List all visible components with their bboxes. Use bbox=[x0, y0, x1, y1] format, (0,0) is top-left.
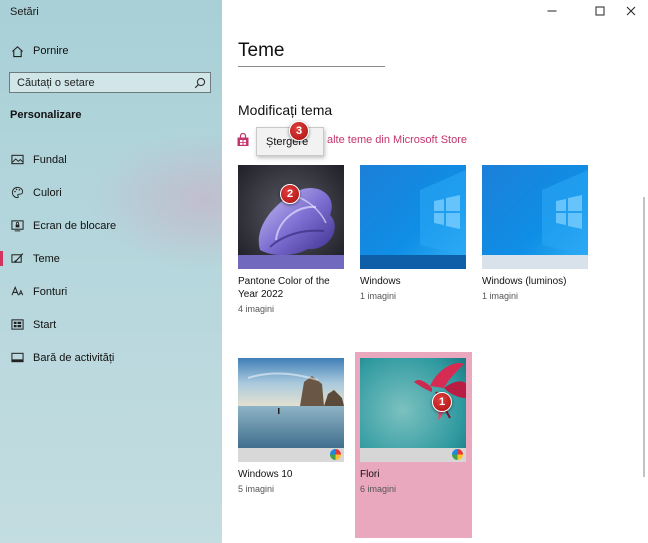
theme-name: Pantone Color of the Year 2022 bbox=[238, 276, 330, 300]
annotation-marker: 3 bbox=[289, 121, 309, 141]
minimize-button[interactable] bbox=[536, 0, 568, 24]
sidebar-item-label: Ecran de blocare bbox=[33, 219, 117, 232]
minimize-icon bbox=[547, 5, 557, 19]
theme-card-windows-10[interactable]: Windows 10 5 imagini bbox=[238, 358, 344, 494]
font-icon bbox=[10, 285, 24, 299]
lock-screen-icon bbox=[10, 219, 24, 233]
scrollbar[interactable] bbox=[643, 197, 645, 477]
theme-image-count: 5 imagini bbox=[238, 484, 275, 494]
theme-image-count: 1 imagini bbox=[482, 291, 519, 301]
theme-thumbnail bbox=[360, 358, 466, 462]
palette-icon bbox=[10, 186, 24, 200]
sidebar-item-label: Start bbox=[33, 318, 57, 331]
sidebar-item-start[interactable]: Start bbox=[0, 308, 222, 341]
theme-card-windows[interactable]: Windows 1 imagini bbox=[360, 165, 466, 301]
theme-thumbnail bbox=[238, 358, 344, 462]
theme-card-flori[interactable]: Flori 6 imagini bbox=[360, 358, 466, 494]
theme-card-windows-luminos[interactable]: Windows (luminos) 1 imagini bbox=[482, 165, 588, 301]
sidebar-item-fonturi[interactable]: Fonturi bbox=[0, 275, 222, 308]
maximize-button[interactable] bbox=[584, 0, 616, 24]
search-box[interactable] bbox=[9, 72, 211, 93]
color-palette-icon bbox=[452, 449, 463, 460]
sidebar-item-label: Culori bbox=[33, 186, 62, 199]
sidebar-item-label: Bară de activități bbox=[33, 351, 115, 364]
theme-name: Flori bbox=[360, 469, 380, 480]
nav-home[interactable]: Pornire bbox=[0, 38, 222, 64]
sidebar-item-culori[interactable]: Culori bbox=[0, 176, 222, 209]
maximize-icon bbox=[595, 5, 605, 19]
image-icon bbox=[10, 153, 24, 167]
nav-list: Fundal Culori Ecran de blocare Teme Font… bbox=[0, 143, 222, 374]
search-icon[interactable] bbox=[190, 73, 210, 92]
annotation-marker: 2 bbox=[280, 184, 300, 204]
theme-image-count: 1 imagini bbox=[360, 291, 397, 301]
sidebar-item-label: Teme bbox=[33, 252, 60, 265]
section-title: Personalizare bbox=[10, 109, 82, 121]
section-heading: Modificați tema bbox=[238, 102, 333, 118]
theme-name: Windows bbox=[360, 276, 401, 287]
sidebar-item-fundal[interactable]: Fundal bbox=[0, 143, 222, 176]
theme-thumbnail bbox=[360, 165, 466, 269]
nav-home-label: Pornire bbox=[33, 45, 69, 57]
theme-image-count: 4 imagini bbox=[238, 304, 275, 314]
sidebar-item-label: Fonturi bbox=[33, 285, 68, 298]
page-title: Teme bbox=[238, 40, 285, 61]
taskbar-icon bbox=[10, 351, 24, 365]
title-underline bbox=[238, 66, 385, 67]
store-link-text: alte teme din Microsoft Store bbox=[327, 134, 468, 146]
sidebar-item-label: Fundal bbox=[33, 153, 67, 166]
theme-name: Windows (luminos) bbox=[482, 276, 567, 287]
search-input[interactable] bbox=[17, 76, 190, 89]
close-button[interactable] bbox=[615, 0, 647, 24]
theme-thumbnail bbox=[238, 165, 344, 269]
home-icon bbox=[10, 44, 24, 58]
app-title: Setări bbox=[10, 6, 39, 18]
annotation-marker: 1 bbox=[432, 392, 452, 412]
main-content: Teme Modificați tema alte teme din Micro… bbox=[222, 0, 648, 543]
sidebar-item-ecran-de-blocare[interactable]: Ecran de blocare bbox=[0, 209, 222, 242]
close-icon bbox=[626, 5, 636, 19]
theme-thumbnail bbox=[482, 165, 588, 269]
sidebar-item-teme[interactable]: Teme bbox=[0, 242, 222, 275]
sidebar-item-bara-de-activitati[interactable]: Bară de activități bbox=[0, 341, 222, 374]
theme-name: Windows 10 bbox=[238, 469, 293, 480]
sidebar: Setări Pornire Personalizare Fundal Culo… bbox=[0, 0, 222, 543]
brush-icon bbox=[10, 252, 24, 266]
start-icon bbox=[10, 318, 24, 332]
theme-image-count: 6 imagini bbox=[360, 484, 397, 494]
store-bag-icon bbox=[236, 132, 250, 147]
color-palette-icon bbox=[330, 449, 341, 460]
